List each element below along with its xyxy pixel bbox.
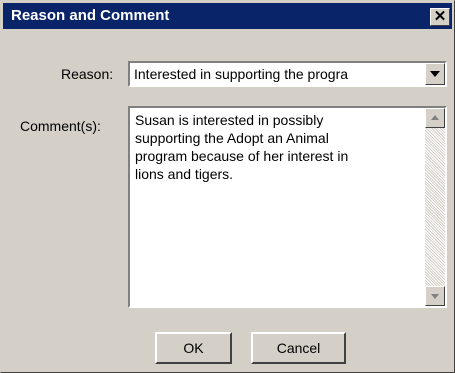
- reason-comment-dialog: Reason and Comment ✕ Reason: Interested …: [0, 0, 455, 373]
- close-button[interactable]: ✕: [430, 8, 450, 26]
- ok-button[interactable]: OK: [155, 332, 232, 364]
- arrow-down-icon: [431, 294, 439, 299]
- arrow-up-icon: [431, 115, 439, 120]
- scroll-down-button[interactable]: [425, 286, 445, 306]
- window-title: Reason and Comment: [11, 7, 170, 24]
- comment-label: Comment(s):: [20, 118, 101, 134]
- reason-dropdown[interactable]: Interested in supporting the progra: [128, 61, 447, 87]
- comment-text: Susan is interested in possibly supporti…: [135, 112, 349, 182]
- ok-label: OK: [183, 340, 204, 356]
- reason-value: Interested in supporting the progra: [134, 66, 349, 82]
- reason-dropdown-button[interactable]: [425, 63, 445, 85]
- title-bar: Reason and Comment ✕: [3, 3, 452, 29]
- close-icon: ✕: [433, 8, 447, 25]
- scroll-up-button[interactable]: [425, 108, 445, 128]
- cancel-label: Cancel: [276, 340, 321, 356]
- comment-scrollbar[interactable]: [425, 108, 445, 306]
- comment-textarea[interactable]: Susan is interested in possibly supporti…: [128, 106, 447, 308]
- cancel-button[interactable]: Cancel: [251, 332, 346, 364]
- chevron-down-icon: [430, 71, 440, 77]
- reason-label: Reason:: [61, 66, 114, 82]
